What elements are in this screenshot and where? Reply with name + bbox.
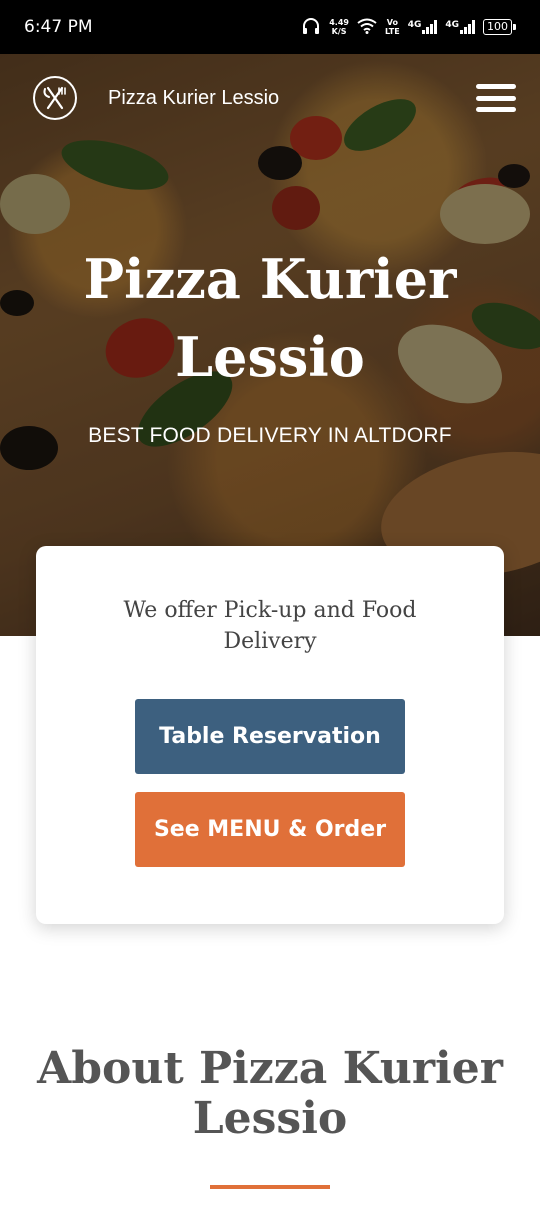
status-time: 6:47 PM xyxy=(24,17,93,37)
navbar: Pizza Kurier Lessio xyxy=(0,54,540,142)
hamburger-menu-icon[interactable] xyxy=(476,84,516,112)
volte-bottom: LTE xyxy=(384,27,400,36)
brand-name[interactable]: Pizza Kurier Lessio xyxy=(108,87,279,110)
section-divider xyxy=(210,1185,330,1189)
speed-value: 4.49 xyxy=(329,18,349,27)
hero-title-line-1: Pizza Kurier xyxy=(83,247,457,311)
status-icons: 4.49 K/S Vo LTE 4G 4G 100 xyxy=(301,17,516,38)
signal-2: 4G xyxy=(445,20,475,34)
wifi-icon xyxy=(357,18,377,37)
signal-bars-icon xyxy=(422,20,438,34)
speed-unit: K/S xyxy=(331,27,347,36)
signal-bars-icon xyxy=(460,20,475,34)
network-type-1: 4G xyxy=(407,20,422,30)
battery-icon: 100 xyxy=(483,19,516,35)
status-bar: 6:47 PM 4.49 K/S Vo LTE 4G 4G 100 xyxy=(0,0,540,54)
network-speed: 4.49 K/S xyxy=(329,18,349,36)
hamburger-line xyxy=(476,107,516,112)
hamburger-line xyxy=(476,95,516,101)
hero-title: Pizza Kurier Lessio xyxy=(0,240,540,396)
offer-card: We offer Pick-up and Food Delivery Table… xyxy=(36,546,504,924)
about-title: About Pizza Kurier Lessio xyxy=(37,1043,503,1144)
volte-top: Vo xyxy=(386,18,398,27)
offer-text: We offer Pick-up and Food Delivery xyxy=(123,598,417,654)
fork-knife-icon[interactable] xyxy=(33,76,77,120)
table-reservation-button[interactable]: Table Reservation xyxy=(135,699,405,774)
hamburger-line xyxy=(476,84,516,89)
hero-title-line-2: Lessio xyxy=(175,325,365,389)
volte-indicator: Vo LTE xyxy=(385,18,400,36)
battery-level: 100 xyxy=(487,20,508,33)
headphones-icon xyxy=(301,17,321,38)
see-menu-order-button[interactable]: See MENU & Order xyxy=(135,792,405,867)
signal-1: 4G xyxy=(408,20,438,34)
hero-subtitle: BEST FOOD DELIVERY IN ALTDORF xyxy=(88,424,452,447)
network-type-2: 4G xyxy=(445,20,459,30)
